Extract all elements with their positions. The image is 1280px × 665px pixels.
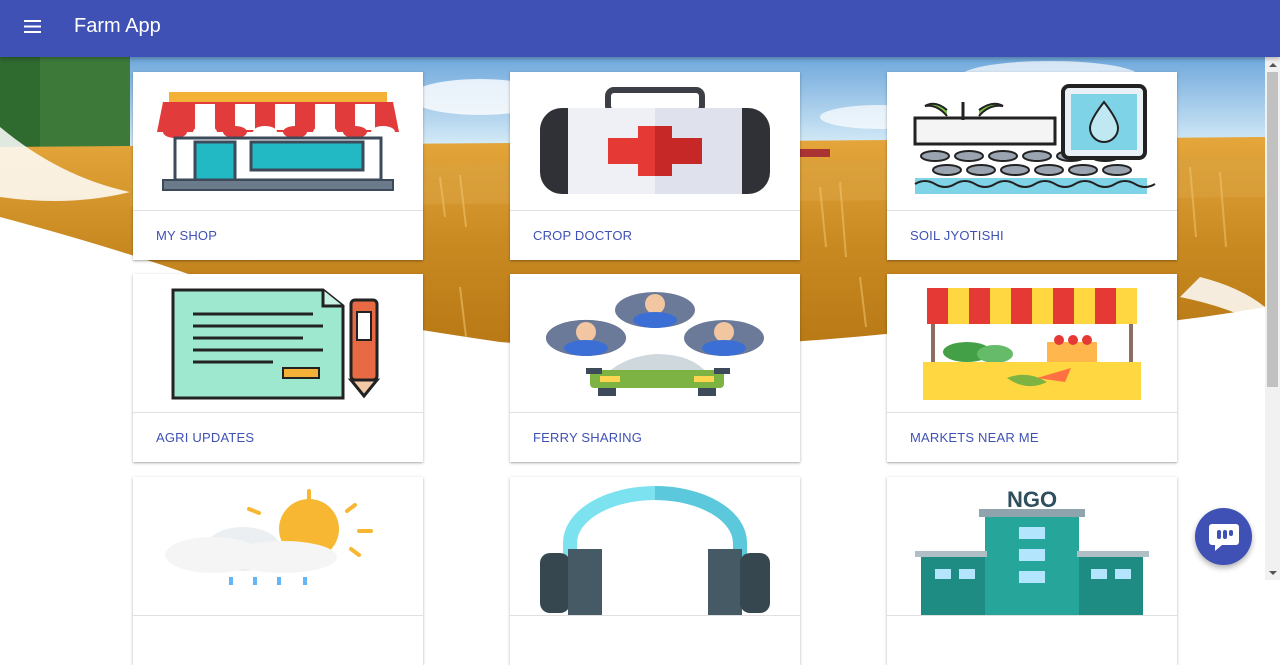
card-ferry-sharing[interactable]: FERRY SHARING [510,274,800,462]
card-label: MARKETS NEAR ME [910,430,1039,445]
shop-icon [157,92,399,191]
card-media [133,72,423,211]
card-crop-doctor[interactable]: CROP DOCTOR [510,72,800,260]
card-agri-updates[interactable]: AGRI UPDATES [133,274,423,462]
app-bar: Farm App [0,0,1280,57]
card-media [133,274,423,413]
card-label: FERRY SHARING [533,430,643,445]
card-label: CROP DOCTOR [533,228,633,243]
card-soil-jyotishi[interactable]: SOIL JYOTISHI [887,72,1177,260]
car-people-icon [546,292,764,396]
vertical-scrollbar[interactable] [1265,57,1280,580]
card-markets-near-me[interactable]: MARKETS NEAR ME [887,274,1177,462]
app-title: Farm App [74,15,161,37]
card-my-shop[interactable]: MY SHOP [133,72,423,260]
chat-button[interactable] [1195,508,1252,565]
card-media [887,274,1177,413]
soil-phone-icon [913,84,1156,194]
card-media [510,274,800,413]
card-weather[interactable] [133,477,423,665]
card-media: NGO [887,477,1177,617]
scroll-up-arrow-icon[interactable] [1265,57,1280,72]
headphones-icon [540,486,770,615]
weather-icon [165,489,373,585]
card-media [133,477,423,616]
document-pen-icon [171,288,381,400]
chat-icon [1208,523,1239,551]
card-media [510,72,800,211]
card-media [510,477,800,616]
scroll-down-arrow-icon[interactable] [1265,565,1280,580]
menu-button[interactable] [20,14,46,40]
ngo-sign-text: NGO [1007,487,1057,512]
card-ngo[interactable]: NGO [887,477,1177,665]
market-stall-icon [923,288,1141,400]
card-label: AGRI UPDATES [156,430,255,445]
card-media [887,72,1177,211]
card-label: MY SHOP [156,228,218,243]
card-label: SOIL JYOTISHI [910,228,1004,243]
first-aid-kit-icon [540,87,770,194]
ngo-building-icon: NGO [915,487,1149,617]
menu-icon [24,20,41,33]
scroll-thumb[interactable] [1267,72,1278,387]
card-headphones[interactable] [510,477,800,665]
